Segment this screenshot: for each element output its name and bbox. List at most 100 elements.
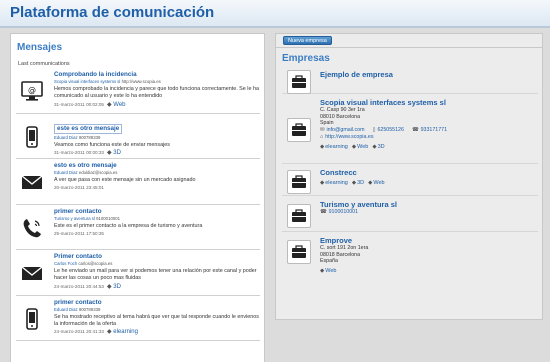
company-name[interactable]: Constrecc — [320, 168, 536, 177]
message-meta: 31-marzo-2011 00:02:05 ◆ Web — [54, 101, 260, 109]
message-text: Se ha mostrado receptivo al tema habrá q… — [54, 313, 259, 327]
sender-name[interactable]: Eduard Diaz — [54, 307, 78, 312]
new-company-button[interactable]: Nueva empresa — [283, 36, 332, 45]
messages-subtitle: Last communications — [18, 61, 70, 67]
message-meta: 31-marzo-2011 00:00:33 ◆ 3D — [54, 149, 260, 157]
app-title: Plataforma de comunicación — [10, 4, 215, 21]
message-sender[interactable]: Eduard Diaz eduldiaz@scopia.es — [54, 170, 260, 176]
company-name[interactable]: Emprove — [320, 236, 536, 245]
company-name[interactable]: Turismo y aventura sl — [320, 200, 536, 209]
briefcase-icon[interactable] — [287, 70, 311, 94]
message-text: Hemos comprobado la incidencia y parece … — [54, 86, 259, 100]
message-tag[interactable]: elearning — [112, 329, 138, 335]
message-date: 24-marzo-2011 20:44:53 — [54, 283, 104, 289]
message-title[interactable]: esto es otro mensaje — [54, 162, 260, 170]
message-sender[interactable]: Scopia visual interfaces systems sl http… — [54, 79, 260, 85]
app-header: Plataforma de comunicación — [0, 0, 550, 28]
contact-value[interactable]: 625055126 — [377, 127, 404, 133]
message-tag[interactable]: Web — [112, 102, 125, 108]
company-tag[interactable]: elearning — [325, 180, 348, 186]
company-contacts: ⌂ http://www.scopia.es — [320, 134, 536, 141]
companies-title: Empresas — [282, 53, 330, 64]
sender-contact: 900789339 — [78, 134, 101, 140]
contact-value[interactable]: info@gmail.com — [326, 127, 364, 133]
sender-name[interactable]: Eduard Diaz — [54, 135, 78, 140]
message-item: esto es otro mensaje Eduard Diaz eduldiaz… — [16, 159, 260, 205]
briefcase-icon[interactable] — [287, 204, 311, 228]
messages-title: Mensajes — [17, 42, 63, 53]
message-sender[interactable]: Turismo y aventura sl 9100010001 — [54, 216, 260, 222]
company-item: Turismo y aventura sl ☎ 9100010001 — [282, 198, 538, 232]
company-item: Emprove C. sort 191 2on 1era 08018 Barcelo… — [282, 234, 538, 286]
mobile-icon — [20, 125, 44, 149]
company-body: Constrecc ◆elearning ◆3D ◆Web — [320, 168, 536, 187]
envelope-icon — [20, 170, 44, 194]
message-item: este es otro mensaje Eduard Diaz 90078933… — [16, 114, 260, 159]
message-tag[interactable]: 3D — [112, 150, 121, 156]
tag-icon: ◆ — [320, 267, 325, 274]
message-body: primer contacto Turismo y aventura sl 910… — [54, 208, 260, 238]
message-item: primer contacto Turismo y aventura sl 910… — [16, 205, 260, 250]
svg-text:@: @ — [28, 86, 36, 95]
contact-value[interactable]: 933171771 — [421, 127, 448, 133]
company-contacts: ☎ 9100010001 — [320, 209, 536, 216]
message-title[interactable]: primer contacto — [54, 208, 260, 216]
briefcase-icon[interactable] — [287, 170, 311, 194]
sender-name[interactable]: Eduard Diaz — [54, 170, 78, 175]
company-tag[interactable]: 3D — [357, 180, 364, 186]
tag-icon: ◆ — [351, 180, 357, 186]
tag-icon: ◆ — [320, 143, 325, 150]
company-tag[interactable]: elearning — [325, 144, 348, 150]
contact-value[interactable]: 9100010001 — [329, 209, 358, 215]
tag-icon: ◆ — [372, 143, 377, 150]
company-body: Scopia visual interfaces systems sl C. Ca… — [320, 98, 536, 151]
computer-icon: @ — [20, 79, 44, 103]
company-tag[interactable]: 3D — [378, 144, 385, 150]
message-body: esto es otro mensaje Eduard Diaz eduldiaz… — [54, 162, 260, 192]
message-date: 31-marzo-2011 00:02:05 — [54, 101, 104, 107]
companies-panel: Nueva empresa Empresas Ejemplo de empres… — [275, 33, 543, 320]
message-sender[interactable]: Eduard Diaz 900789339 — [54, 307, 260, 313]
message-sender[interactable]: Carlos Foch carlos@scopia.es — [54, 261, 260, 267]
company-contacts: ✉ info@gmail.com ▯ 625055126 ☎ 933171771 — [320, 127, 536, 134]
message-meta: 24-marzo-2011 20:41:33 ◆ elearning — [54, 328, 260, 336]
message-item: @ Comprobando la incidencia Scopia visual … — [16, 68, 260, 114]
company-name[interactable]: Scopia visual interfaces systems sl — [320, 98, 536, 107]
message-title[interactable]: este es otro mensaje — [54, 123, 123, 134]
message-body: Comprobando la incidencia Scopia visual i… — [54, 71, 260, 109]
phone-icon: ☎ — [411, 126, 419, 133]
message-title[interactable]: Comprobando la incidencia — [54, 71, 260, 79]
sender-name[interactable]: Turismo y aventura sl — [54, 216, 95, 221]
envelope-icon — [20, 261, 44, 285]
divider — [276, 47, 542, 48]
message-title[interactable]: Primer contacto — [54, 253, 260, 261]
web-icon: ⌂ — [320, 133, 324, 140]
company-tag[interactable]: Web — [373, 180, 384, 186]
message-title[interactable]: primer contacto — [54, 299, 260, 307]
briefcase-icon[interactable] — [287, 240, 311, 264]
message-body: este es otro mensaje Eduard Diaz 90078933… — [54, 117, 260, 157]
mobile-icon: ▯ — [372, 126, 376, 133]
company-tag[interactable]: Web — [325, 268, 336, 274]
sender-name[interactable]: Carlos Foch — [54, 261, 77, 266]
message-date: 24-marzo-2011 20:41:33 — [54, 329, 104, 335]
phone-icon: ☎ — [320, 209, 327, 215]
company-item: Scopia visual interfaces systems sl C. Ca… — [282, 96, 538, 164]
message-date: 25-marzo-2011 17:50:35 — [54, 230, 104, 236]
contact-value[interactable]: http://www.scopia.es — [325, 134, 373, 140]
company-item: Constrecc ◆elearning ◆3D ◆Web — [282, 166, 538, 196]
sender-contact: eduldiaz@scopia.es — [78, 170, 118, 175]
message-sender[interactable]: Eduard Diaz 900789339 — [54, 135, 260, 141]
company-name[interactable]: Ejemplo de empresa — [320, 70, 536, 79]
message-body: Primer contacto Carlos Foch carlos@scopia… — [54, 253, 260, 291]
company-tag[interactable]: Web — [357, 144, 368, 150]
message-tag[interactable]: 3D — [112, 284, 121, 290]
message-item: primer contacto Eduard Diaz 900789339 Se h… — [16, 296, 260, 341]
briefcase-icon[interactable] — [287, 118, 311, 142]
sender-name[interactable]: Scopia visual interfaces systems sl — [54, 79, 120, 84]
company-list: Ejemplo de empresa Scopia visual interfac… — [282, 68, 538, 288]
company-tags: ◆elearning ◆3D ◆Web — [320, 179, 536, 187]
message-text: Le he enviado un mail para ver si podemo… — [54, 268, 257, 282]
company-body: Turismo y aventura sl ☎ 9100010001 — [320, 200, 536, 216]
sender-contact: 9100010001 — [96, 215, 121, 221]
